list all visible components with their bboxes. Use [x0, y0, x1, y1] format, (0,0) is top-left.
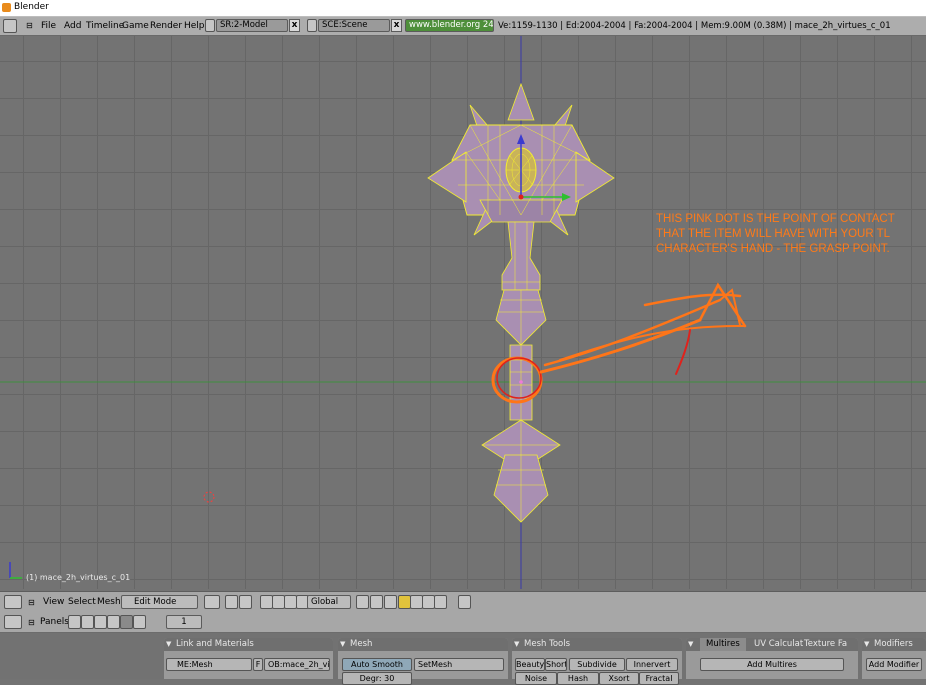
beauty-button[interactable]: Beauty [515, 658, 545, 671]
logic-icon[interactable] [68, 615, 81, 629]
mode-select[interactable]: Edit Mode [121, 595, 198, 609]
view-type-icon[interactable] [4, 595, 22, 609]
view-axis-gizmo-icon [9, 562, 22, 579]
panel-modifiers: Modifiers Add Modifier [862, 638, 926, 679]
screen-field[interactable]: SR:2-Model [216, 19, 288, 32]
panel-title[interactable]: Link and Materials [164, 638, 333, 651]
menu-game[interactable]: Game [122, 21, 149, 31]
pivot-icon[interactable] [225, 595, 238, 609]
proportional-icon[interactable] [370, 595, 383, 609]
viewport-canvas [0, 36, 926, 589]
add-modifier-button[interactable]: Add Modifier [866, 658, 922, 671]
window-title: Blender [14, 2, 49, 12]
scene-field[interactable]: SCE:Scene [318, 19, 390, 32]
render-icon[interactable] [458, 595, 471, 609]
annotation-text: THIS PINK DOT IS THE POINT OF CONTACT TH… [656, 213, 895, 255]
menu-add[interactable]: Add [64, 21, 81, 31]
mace-mesh[interactable] [427, 82, 615, 523]
object-name-label: (1) mace_2h_virtues_c_01 [26, 573, 131, 582]
panel-tabs: Multires UV Calculat Texture Fa [686, 638, 858, 651]
editing-icon[interactable] [120, 615, 133, 629]
blender-logo-icon [2, 3, 11, 12]
panel-title[interactable]: Mesh [338, 638, 508, 651]
3d-cursor-icon [203, 491, 215, 503]
buttons-area: Link and Materials ME:Mesh F OB:mace_2h_… [0, 633, 926, 685]
tab-texture-face[interactable]: Texture Fa [804, 638, 847, 651]
menu-timeline[interactable]: Timeline [86, 21, 124, 31]
orientation-select[interactable]: Global [307, 595, 351, 609]
scene-close-button[interactable]: x [391, 19, 402, 32]
mesh-name-field[interactable]: ME:Mesh [166, 658, 252, 671]
fake-user-button[interactable]: F [253, 658, 263, 671]
widget-hand-icon[interactable] [239, 595, 252, 609]
info-header: ⊟ File Add Timeline Game Render Help SR:… [0, 17, 926, 36]
scene-browse-icon[interactable] [307, 19, 317, 32]
menu-mesh[interactable]: Mesh [97, 597, 121, 607]
menu-help[interactable]: Help [184, 21, 205, 31]
window-title-bar: Blender [0, 0, 926, 17]
panel-title[interactable]: Mesh Tools [512, 638, 682, 651]
3d-viewport[interactable]: THIS PINK DOT IS THE POINT OF CONTACT TH… [0, 36, 926, 589]
menu-render[interactable]: Render [150, 21, 182, 31]
screen-close-button[interactable]: x [289, 19, 300, 32]
buttons-type-icon[interactable] [4, 615, 22, 629]
shading-icon[interactable] [94, 615, 107, 629]
panel-link-materials: Link and Materials ME:Mesh F OB:mace_2h_… [164, 638, 333, 679]
scene-icon[interactable] [133, 615, 146, 629]
subdivide-button[interactable]: Subdivide [569, 658, 625, 671]
buttons-header: ⊟ Panels 1 [0, 612, 926, 633]
panel-mesh: Mesh Auto Smooth Degr: 30 SetMesh [338, 638, 508, 685]
add-multires-button[interactable]: Add Multires [700, 658, 844, 671]
frame-field[interactable]: 1 [166, 615, 202, 629]
object-icon[interactable] [107, 615, 120, 629]
panel-multires: Multires UV Calculat Texture Fa Add Mult… [686, 638, 858, 679]
collapse-icon[interactable]: ⊟ [26, 21, 33, 30]
lamp-icon[interactable] [384, 595, 397, 609]
layer-icon[interactable] [356, 595, 369, 609]
panel-mesh-tools: Mesh Tools Beauty Short Subdivide Innerv… [512, 638, 682, 685]
draw-type-icon[interactable] [204, 595, 220, 609]
collapse-icon[interactable]: ⊟ [28, 618, 35, 627]
innervert-button[interactable]: Innervert [626, 658, 678, 671]
setmesh-field[interactable]: SetMesh [414, 658, 504, 671]
script-icon[interactable] [81, 615, 94, 629]
menu-view[interactable]: View [43, 597, 64, 607]
panels-label: Panels [40, 617, 69, 627]
screen-browse-icon[interactable] [205, 19, 215, 32]
collapse-icon[interactable]: ⊟ [28, 598, 35, 607]
tab-uv-calculation[interactable]: UV Calculat [754, 638, 803, 651]
3d-view-header: ⊟ View Select Mesh Edit Mode Global [0, 591, 926, 613]
menu-file[interactable]: File [41, 21, 56, 31]
tab-multires[interactable]: Multires [700, 638, 746, 651]
short-button[interactable]: Short [545, 658, 567, 671]
menu-select[interactable]: Select [68, 597, 96, 607]
auto-smooth-button[interactable]: Auto Smooth [342, 658, 412, 671]
www-blender-field[interactable]: www.blender.org 249.2 [405, 19, 494, 32]
panel-title[interactable]: Modifiers [862, 638, 926, 651]
occlude-icon[interactable] [434, 595, 447, 609]
window-type-icon[interactable] [3, 19, 17, 33]
object-name-field[interactable]: OB:mace_2h_virtues_c_01 [264, 658, 330, 671]
scene-stats: Ve:1159-1130 | Ed:2004-2004 | Fa:2004-20… [498, 21, 891, 31]
